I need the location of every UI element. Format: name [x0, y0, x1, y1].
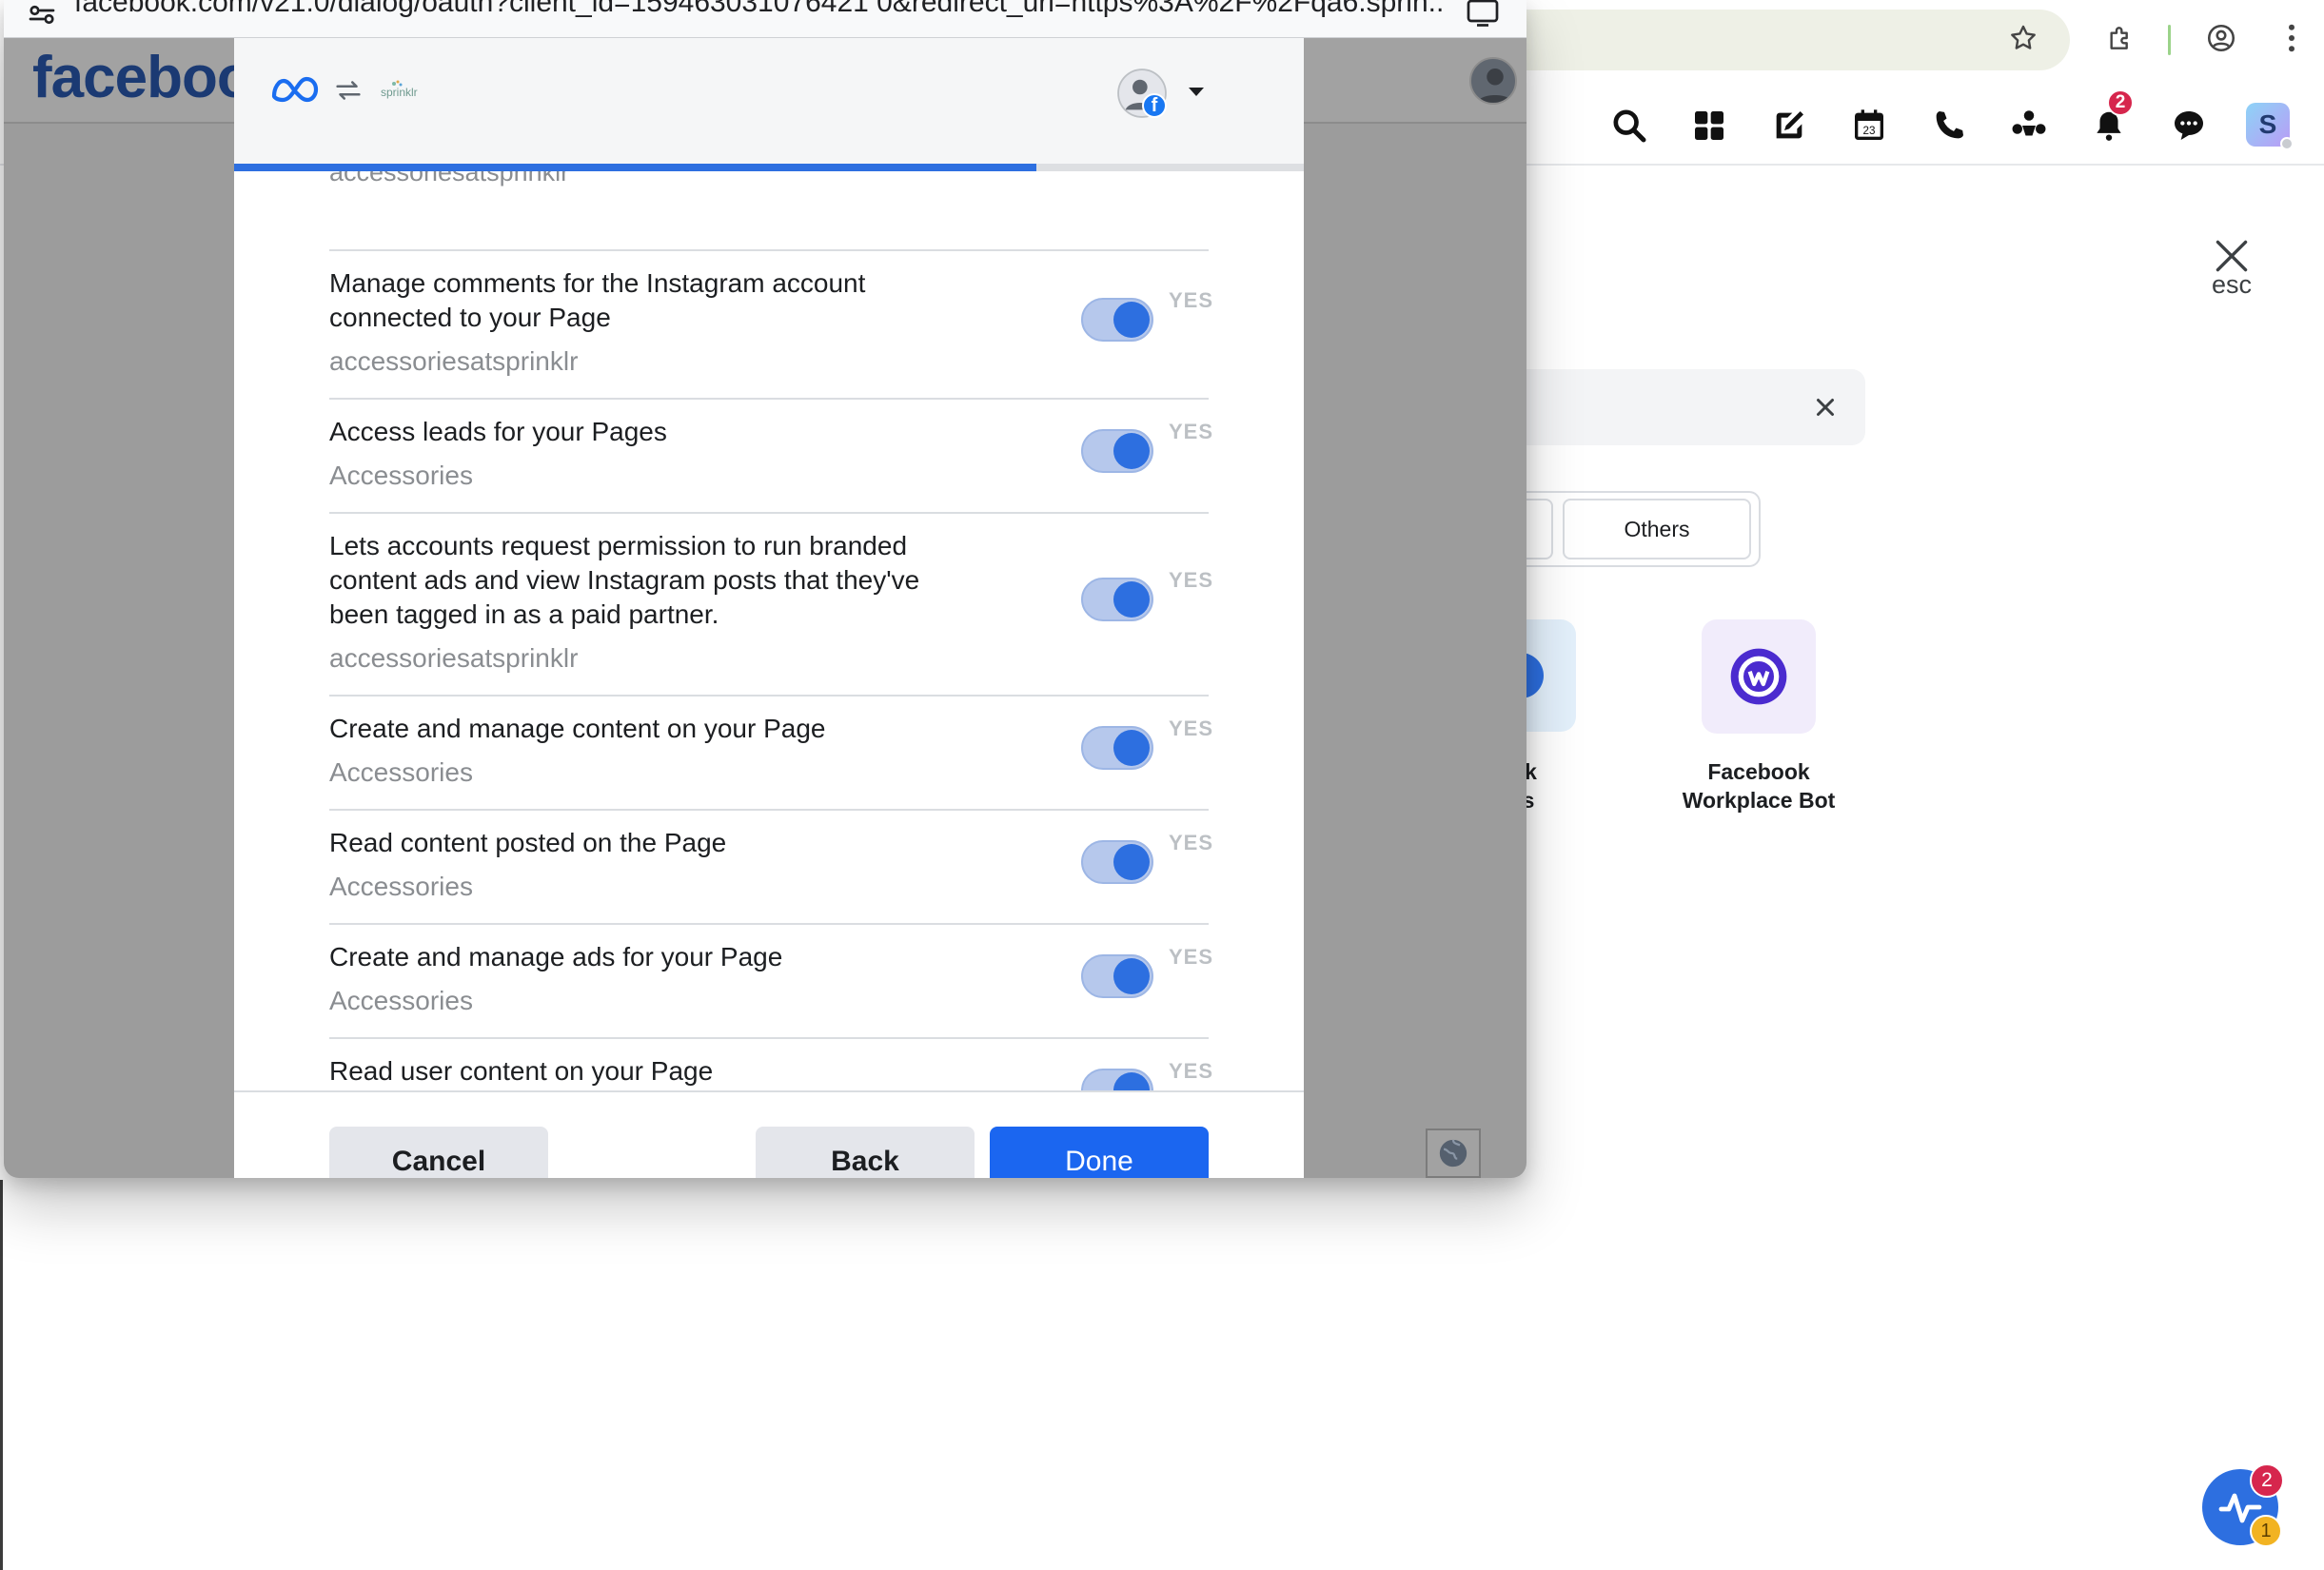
notification-count-badge: 2 — [2107, 89, 2134, 116]
oauth-permissions-dialog: sprinklr f accessoriesatsprinklr Manage … — [234, 38, 1304, 1178]
channel-card-workplace-bot-label: Facebook Workplace Bot — [1682, 759, 1836, 813]
popup-url-text[interactable]: facebook.com/v21.0/dialog/oauth?client_i… — [74, 0, 1445, 19]
site-settings-icon[interactable] — [25, 0, 59, 30]
filter-chip-others[interactable]: Others — [1563, 499, 1751, 559]
permission-title: Access leads for your Pages — [329, 417, 667, 446]
meta-logo-icon — [270, 70, 322, 108]
channel-card-workplace-bot[interactable] — [1702, 619, 1816, 734]
permission-toggle[interactable] — [1081, 726, 1153, 770]
permission-toggle[interactable] — [1081, 954, 1153, 998]
done-button[interactable]: Done — [990, 1127, 1209, 1178]
chevron-down-icon[interactable] — [1186, 84, 1207, 99]
permission-toggle[interactable] — [1081, 429, 1153, 473]
permission-row: Read user content on your Page YES — [329, 1037, 1212, 1090]
permission-row: Lets accounts request permission to run … — [329, 512, 1212, 723]
dialog-header: sprinklr f — [234, 38, 1304, 164]
facebook-wordmark: faceboo — [32, 45, 253, 110]
cast-screen-icon[interactable] — [1466, 0, 1500, 27]
team-people-icon[interactable] — [2006, 103, 2052, 148]
permission-subtitle: accessoriesatsprinklr — [329, 346, 579, 376]
permission-title: Lets accounts request permission to run … — [329, 531, 920, 629]
permission-title: Create and manage content on your Page — [329, 714, 826, 743]
back-button[interactable]: Back — [756, 1127, 975, 1178]
presence-status-dot — [2280, 137, 2294, 150]
permission-subtitle: Accessories — [329, 757, 473, 787]
chat-bubble-icon[interactable] — [2166, 103, 2212, 148]
permission-title: Create and manage ads for your Page — [329, 942, 783, 971]
toolbar-separator — [2168, 25, 2171, 55]
language-globe-icon[interactable] — [1426, 1128, 1481, 1178]
dialog-progress-fill — [234, 164, 1036, 171]
fab-alert-badge: 2 — [2250, 1463, 2284, 1498]
fab-warning-badge: 1 — [2250, 1515, 2282, 1547]
calendar-icon[interactable]: 23 — [1846, 103, 1892, 148]
toggle-knob — [1113, 958, 1150, 994]
window-edge-divider — [0, 1180, 3, 1570]
permission-yes-label: YES — [1169, 716, 1214, 740]
sprinklr-logo-text: sprinklr — [381, 86, 418, 99]
permission-toggle[interactable] — [1081, 840, 1153, 884]
permission-subtitle: Accessories — [329, 986, 473, 1015]
permissions-scroll-area[interactable]: accessoriesatsprinklr Manage comments fo… — [234, 171, 1304, 1090]
toggle-knob — [1113, 581, 1150, 618]
permission-cut-subtitle: accessoriesatsprinklr — [329, 171, 570, 186]
profile-icon[interactable] — [2200, 17, 2242, 59]
extensions-puzzle-icon[interactable] — [2099, 17, 2141, 59]
permission-subtitle: accessoriesatsprinklr — [329, 643, 579, 673]
permission-yes-label: YES — [1169, 831, 1214, 854]
permission-yes-label: YES — [1169, 945, 1214, 969]
permission-title: Read user content on your Page — [329, 1056, 714, 1086]
toggle-knob — [1113, 433, 1150, 469]
permission-subtitle: Accessories — [329, 461, 473, 490]
permission-title: Read content posted on the Page — [329, 828, 727, 857]
bookmark-star-icon[interactable] — [2002, 17, 2044, 59]
permission-toggle[interactable] — [1081, 298, 1153, 342]
permission-toggle[interactable] — [1081, 578, 1153, 621]
clear-search-icon[interactable] — [1808, 390, 1842, 424]
apps-grid-icon[interactable] — [1686, 103, 1732, 148]
permission-title: Manage comments for the Instagram accoun… — [329, 268, 866, 332]
permission-toggle[interactable] — [1081, 1069, 1153, 1090]
oauth-popup-window: facebook.com/v21.0/dialog/oauth?client_i… — [4, 0, 1526, 1178]
facebook-badge-icon: f — [1142, 93, 1167, 118]
toggle-knob — [1113, 302, 1150, 338]
calendar-day-label: 23 — [1863, 125, 1876, 137]
toggle-knob — [1113, 1072, 1150, 1090]
dialog-footer: Cancel Back Done — [234, 1090, 1304, 1178]
main-address-bar[interactable] — [1485, 10, 2070, 70]
phone-icon[interactable] — [1926, 103, 1972, 148]
permission-subtitle: Accessories — [329, 872, 473, 901]
popup-address-bar: facebook.com/v21.0/dialog/oauth?client_i… — [4, 0, 1526, 38]
workplace-logo-icon — [1730, 648, 1787, 705]
connect-arrows-icon — [331, 74, 365, 107]
search-icon[interactable] — [1606, 103, 1652, 148]
permission-yes-label: YES — [1169, 420, 1214, 443]
permission-yes-label: YES — [1169, 568, 1214, 592]
permission-yes-label: YES — [1169, 1059, 1214, 1083]
toggle-knob — [1113, 730, 1150, 766]
facebook-profile-avatar[interactable] — [1469, 57, 1517, 105]
compose-icon[interactable] — [1766, 103, 1812, 148]
dialog-progress-bar — [234, 164, 1304, 171]
toggle-knob — [1113, 844, 1150, 880]
permission-yes-label: YES — [1169, 288, 1214, 312]
browser-menu-icon[interactable] — [2271, 17, 2313, 59]
esc-hint-label: esc — [2211, 270, 2253, 299]
cancel-button[interactable]: Cancel — [329, 1127, 548, 1178]
